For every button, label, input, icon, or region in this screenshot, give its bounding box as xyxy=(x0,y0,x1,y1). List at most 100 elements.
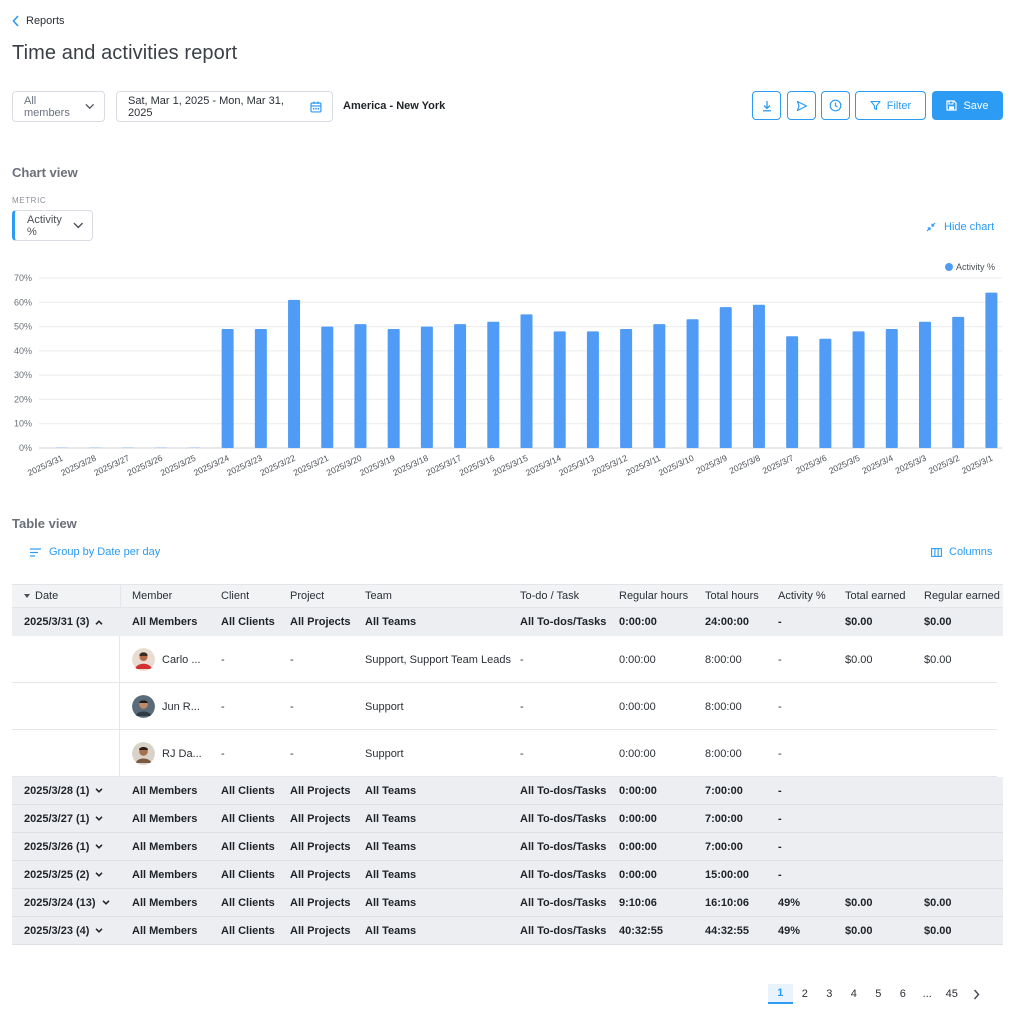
bar-2025/3/2[interactable] xyxy=(952,316,965,448)
x-tick-label: 2025/3/12 xyxy=(590,453,629,478)
bar-2025/3/31[interactable] xyxy=(55,447,68,448)
group-regular-hours: 0:00:00 xyxy=(619,784,657,797)
chevron-up-icon[interactable] xyxy=(95,619,103,625)
bar-2025/3/8[interactable] xyxy=(752,304,765,448)
y-tick-label: 30% xyxy=(14,370,32,380)
group-member: All Members xyxy=(132,924,198,937)
chevron-down-icon xyxy=(72,222,83,229)
group-project: All Projects xyxy=(290,784,351,797)
bar-2025/3/27[interactable] xyxy=(122,447,135,448)
send-button[interactable] xyxy=(787,91,816,120)
team-cell: Support, Support Team Leads xyxy=(365,653,511,666)
page-5[interactable]: 5 xyxy=(866,984,891,1004)
page-45[interactable]: 45 xyxy=(940,984,965,1004)
member-cell: Carlo ... xyxy=(132,636,201,683)
bar-2025/3/11[interactable] xyxy=(653,324,666,448)
y-tick-label: 50% xyxy=(14,322,32,332)
chevron-down-icon[interactable] xyxy=(95,788,103,793)
page-3[interactable]: 3 xyxy=(817,984,842,1004)
group-row[interactable]: 2025/3/23 (4) All Members All Clients Al… xyxy=(12,917,1003,945)
metric-select[interactable]: Activity % xyxy=(12,210,93,241)
group-total-earned: $0.00 xyxy=(845,896,873,909)
bar-2025/3/20[interactable] xyxy=(354,324,367,448)
bar-2025/3/1[interactable] xyxy=(985,292,998,448)
group-regular-hours: 0:00:00 xyxy=(619,812,657,825)
group-row-expanded[interactable]: 2025/3/31 (3) All Members All Clients Al… xyxy=(12,608,1003,636)
download-button[interactable] xyxy=(752,91,781,120)
save-button[interactable]: Save xyxy=(932,91,1003,120)
header-client: Client xyxy=(221,590,250,602)
pagination: 1 2 3 4 5 6 ... 45 xyxy=(768,984,989,1004)
group-total-earned: $0.00 xyxy=(845,616,873,628)
date-range-picker[interactable]: Sat, Mar 1, 2025 - Mon, Mar 31, 2025 xyxy=(116,91,333,122)
bar-2025/3/15[interactable] xyxy=(520,314,533,448)
group-row[interactable]: 2025/3/28 (1) All Members All Clients Al… xyxy=(12,777,1003,805)
group-total-hours: 16:10:06 xyxy=(705,896,750,909)
chevron-down-icon[interactable] xyxy=(95,928,103,933)
filter-button[interactable]: Filter xyxy=(855,91,926,120)
group-row[interactable]: 2025/3/26 (1) All Members All Clients Al… xyxy=(12,833,1003,861)
bar-2025/3/6[interactable] xyxy=(819,338,832,448)
y-tick-label: 20% xyxy=(14,394,32,404)
bar-2025/3/21[interactable] xyxy=(321,326,334,448)
header-date[interactable]: Date xyxy=(24,585,58,607)
group-date: 2025/3/24 (13) xyxy=(24,896,96,909)
bar-2025/3/17[interactable] xyxy=(454,324,467,448)
chevron-down-icon[interactable] xyxy=(95,844,103,849)
header-team: Team xyxy=(365,590,392,602)
bar-2025/3/10[interactable] xyxy=(686,319,699,448)
columns-button[interactable]: Columns xyxy=(931,546,992,558)
bar-2025/3/12[interactable] xyxy=(620,329,633,448)
regular-earned-cell: $0.00 xyxy=(924,653,952,666)
bar-2025/3/14[interactable] xyxy=(553,331,566,448)
bar-2025/3/9[interactable] xyxy=(719,307,732,448)
group-by-button[interactable]: Group by Date per day xyxy=(30,546,160,558)
schedule-button[interactable] xyxy=(821,91,850,120)
bar-2025/3/28[interactable] xyxy=(88,447,101,448)
group-member: All Members xyxy=(132,812,198,825)
bar-2025/3/5[interactable] xyxy=(852,331,865,448)
activity-cell: - xyxy=(778,747,782,760)
bar-2025/3/19[interactable] xyxy=(387,329,400,448)
bar-2025/3/26[interactable] xyxy=(155,447,168,448)
group-row[interactable]: 2025/3/24 (13) All Members All Clients A… xyxy=(12,889,1003,917)
client-cell: - xyxy=(221,747,225,760)
group-row[interactable]: 2025/3/25 (2) All Members All Clients Al… xyxy=(12,861,1003,889)
bar-2025/3/18[interactable] xyxy=(420,326,433,448)
next-page-button[interactable] xyxy=(964,984,989,1004)
bar-2025/3/4[interactable] xyxy=(885,329,898,448)
chevron-down-icon[interactable] xyxy=(95,872,103,877)
detail-row: RJ Da... - - Support - 0:00:00 8:00:00 - xyxy=(12,730,1003,777)
group-date-cell: 2025/3/23 (4) xyxy=(24,917,103,944)
header-regular-earned: Regular earned xyxy=(924,590,1000,602)
group-date: 2025/3/27 (1) xyxy=(24,812,90,825)
page-1[interactable]: 1 xyxy=(768,984,793,1004)
bar-2025/3/24[interactable] xyxy=(221,329,234,448)
breadcrumb-back-link[interactable]: Reports xyxy=(12,13,65,29)
members-select[interactable]: All members xyxy=(12,91,105,122)
date-range-value: Sat, Mar 1, 2025 - Mon, Mar 31, 2025 xyxy=(128,94,284,119)
group-date: 2025/3/28 (1) xyxy=(24,784,90,797)
group-task: All To-dos/Tasks xyxy=(520,896,607,909)
group-date: 2025/3/23 (4) xyxy=(24,924,90,937)
header-divider xyxy=(120,585,121,607)
bar-2025/3/3[interactable] xyxy=(918,321,931,448)
hide-chart-button[interactable]: Hide chart xyxy=(926,221,994,233)
chevron-down-icon[interactable] xyxy=(102,900,110,905)
bar-2025/3/16[interactable] xyxy=(487,321,500,448)
x-tick-label: 2025/3/31 xyxy=(26,453,65,478)
header-total-earned: Total earned xyxy=(845,590,906,602)
page-4[interactable]: 4 xyxy=(842,984,867,1004)
group-row[interactable]: 2025/3/27 (1) All Members All Clients Al… xyxy=(12,805,1003,833)
bar-2025/3/25[interactable] xyxy=(188,447,201,448)
collapse-icon xyxy=(926,222,936,232)
bar-2025/3/23[interactable] xyxy=(254,329,267,448)
bar-2025/3/22[interactable] xyxy=(288,299,301,448)
page-6[interactable]: 6 xyxy=(891,984,916,1004)
group-total-hours: 24:00:00 xyxy=(705,616,750,628)
page-2[interactable]: 2 xyxy=(793,984,818,1004)
member-name: RJ Da... xyxy=(162,747,202,760)
bar-2025/3/7[interactable] xyxy=(786,336,799,448)
bar-2025/3/13[interactable] xyxy=(586,331,599,448)
chevron-down-icon[interactable] xyxy=(95,816,103,821)
